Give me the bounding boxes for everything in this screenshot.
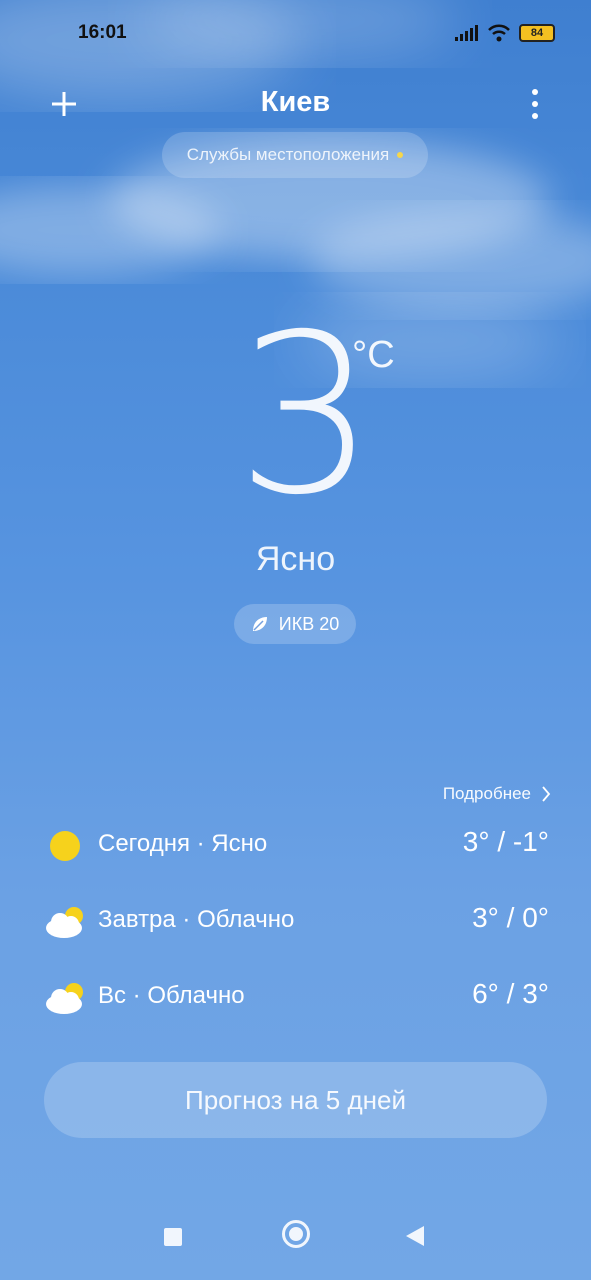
status-bar: 16:01 84 — [0, 0, 591, 68]
forecast-row-tomorrow[interactable]: Завтра · Облачно 3° / 0° — [0, 890, 591, 966]
forecast-row-sunday[interactable]: Вс · Облачно 6° / 3° — [0, 966, 591, 1042]
forecast-list: Сегодня · Ясно 3° / -1° Завтра · Облачно… — [0, 814, 591, 1042]
recents-button[interactable] — [164, 1228, 182, 1246]
forecast-label: Вс · Облачно — [98, 982, 245, 1009]
forecast-label: Завтра · Облачно — [98, 906, 295, 933]
city-title: Киев — [260, 86, 331, 118]
more-menu-button[interactable] — [523, 86, 547, 122]
sun-icon — [50, 831, 80, 861]
more-details-link[interactable]: Подробнее — [443, 784, 551, 804]
aqi-badge[interactable]: ИКВ 20 — [234, 604, 356, 644]
more-details-label: Подробнее — [442, 784, 531, 803]
location-status-dot — [397, 152, 404, 158]
top-bar: Киев — [0, 72, 591, 132]
location-services-pill[interactable]: Службы местоположения — [162, 132, 428, 178]
home-button[interactable] — [282, 1220, 310, 1248]
forecast-label: Сегодня · Ясно — [98, 830, 268, 857]
temperature-unit: °C — [352, 334, 395, 376]
forecast-row-today[interactable]: Сегодня · Ясно 3° / -1° — [0, 814, 591, 890]
wifi-icon — [488, 24, 510, 42]
forecast-range: 3° / -1° — [462, 826, 549, 857]
forecast-range: 3° / 0° — [472, 902, 549, 933]
status-time: 16:01 — [78, 22, 127, 43]
aqi-label: ИКВ 20 — [278, 613, 340, 634]
leaf-icon — [252, 617, 267, 631]
current-condition: Ясно — [255, 540, 336, 578]
battery-indicator: 84 — [519, 24, 555, 42]
chevron-right-icon — [542, 786, 551, 802]
system-nav-bar — [0, 1200, 591, 1280]
signal-icon — [455, 25, 478, 41]
cloudy-icon — [46, 907, 83, 938]
status-icons: 84 — [455, 24, 555, 42]
cloudy-icon — [46, 983, 83, 1014]
forecast-range: 6° / 3° — [472, 978, 549, 1009]
five-day-forecast-button[interactable]: Прогноз на 5 дней — [44, 1062, 547, 1138]
current-temperature: 3 °C — [0, 300, 591, 530]
back-button[interactable] — [406, 1226, 424, 1246]
location-services-label: Службы местоположения — [186, 145, 390, 164]
